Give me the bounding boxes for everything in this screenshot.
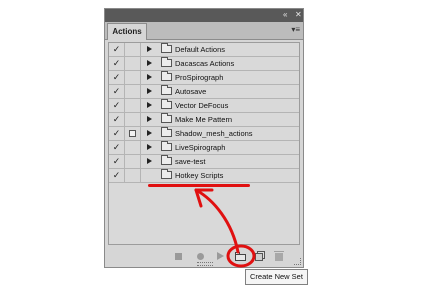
highlight-circle (226, 244, 256, 268)
red-arrow-annotation (194, 188, 256, 268)
arrow-shaft (194, 188, 240, 254)
tooltip: Create New Set (245, 269, 308, 285)
